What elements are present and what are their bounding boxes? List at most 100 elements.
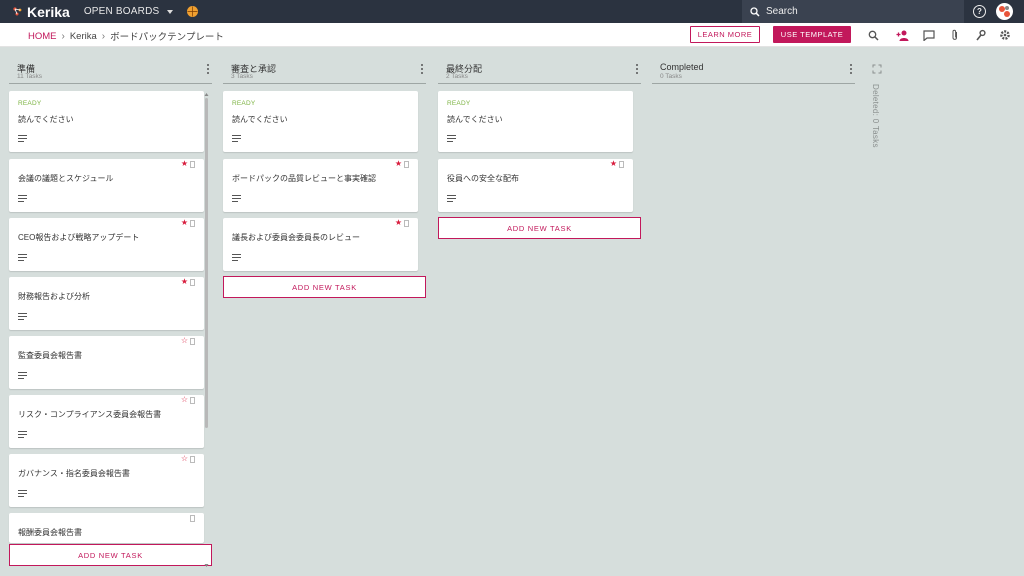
status-badge: READY [447, 100, 471, 107]
bookmark-icon[interactable] [190, 220, 195, 227]
scrollbar-thumb[interactable] [205, 98, 208, 428]
star-filled-icon[interactable]: ★ [610, 160, 617, 168]
help-icon[interactable]: ? [973, 5, 986, 18]
bookmark-icon[interactable] [190, 397, 195, 404]
column-header: 準備 11 Tasks [9, 60, 212, 84]
top-navbar: Kerika OPEN BOARDS Search ? [0, 0, 1024, 23]
learn-more-button[interactable]: LEARN MORE [690, 26, 760, 43]
bookmark-icon[interactable] [619, 161, 624, 168]
expand-icon[interactable] [872, 64, 882, 74]
description-icon [18, 372, 27, 379]
star-filled-icon[interactable]: ★ [181, 219, 188, 227]
description-icon [18, 313, 27, 320]
breadcrumb-board: ボードパックテンプレート [110, 32, 224, 43]
column-menu-icon[interactable] [418, 63, 426, 75]
bookmark-icon[interactable] [190, 279, 195, 286]
task-title: ボードパックの品質レビューと事実確認 [232, 174, 376, 183]
star-outline-icon[interactable]: ☆ [181, 396, 188, 404]
star-filled-icon[interactable]: ★ [395, 160, 402, 168]
kerika-logo-icon [13, 7, 22, 16]
bookmark-icon[interactable] [190, 338, 195, 345]
task-card[interactable]: ★ 会議の議題とスケジュール [9, 159, 204, 212]
task-card[interactable]: ☆ リスク・コンプライアンス委員会報告書 [9, 395, 204, 448]
description-icon [447, 135, 456, 142]
search-icon[interactable] [866, 28, 880, 42]
attachment-icon[interactable] [948, 28, 962, 42]
task-title: 読んでください [232, 115, 288, 124]
column-scrollbar[interactable] [204, 92, 209, 568]
star-filled-icon[interactable]: ★ [181, 278, 188, 286]
add-new-task-button[interactable]: ADD NEW TASK [438, 217, 641, 239]
breadcrumb: HOME › Kerika › ボードパックテンプレート [28, 29, 224, 44]
description-icon [447, 195, 456, 202]
task-title: ガバナンス・指名委員会報告書 [18, 469, 130, 478]
task-title: CEO報告および戦略アップデート [18, 233, 140, 242]
use-template-button[interactable]: USE TEMPLATE [773, 26, 851, 43]
column-header: 最終分配 2 Tasks [438, 60, 641, 84]
task-title: 監査委員会報告書 [18, 351, 82, 360]
column-prepare: 準備 11 Tasks READY 読んでください ★ 会議の議題とスケジュール… [9, 60, 212, 566]
description-icon [18, 135, 27, 142]
column-title[interactable]: Completed [660, 62, 704, 72]
description-icon [232, 195, 241, 202]
task-title: 読んでください [447, 115, 503, 124]
task-card[interactable]: ★ 役員への安全な配布 [438, 159, 633, 212]
breadcrumb-home[interactable]: HOME [28, 31, 57, 42]
column-review: 審査と承認 3 Tasks READY 読んでください ★ ボードパックの品質レ… [223, 60, 426, 298]
description-icon [18, 195, 27, 202]
deleted-label: Deleted: 0 Tasks [871, 84, 880, 148]
avatar[interactable] [996, 3, 1013, 20]
add-new-task-button[interactable]: ADD NEW TASK [9, 544, 212, 566]
basketball-icon[interactable] [187, 6, 199, 17]
task-card[interactable]: ★ 議長および委員会委員長のレビュー [223, 218, 418, 271]
status-badge: READY [18, 100, 42, 107]
task-card[interactable]: ★ ボードパックの品質レビューと事実確認 [223, 159, 418, 212]
add-new-task-button[interactable]: ADD NEW TASK [223, 276, 426, 298]
task-card[interactable]: ★ 財務報告および分析 [9, 277, 204, 330]
chevron-down-icon [167, 9, 174, 14]
task-card[interactable]: READY 読んでください [223, 91, 418, 152]
logo-text: Kerika [27, 3, 70, 20]
task-title: リスク・コンプライアンス委員会報告書 [18, 410, 162, 419]
task-card[interactable]: 報酬委員会報告書 [9, 513, 204, 543]
task-card[interactable]: READY 読んでください [438, 91, 633, 152]
column-menu-icon[interactable] [847, 63, 855, 75]
chat-icon[interactable] [922, 28, 936, 42]
task-card[interactable]: ★ CEO報告および戦略アップデート [9, 218, 204, 271]
task-title: 役員への安全な配布 [447, 174, 519, 183]
deleted-column[interactable]: Deleted: 0 Tasks [870, 62, 884, 162]
description-icon [18, 254, 27, 261]
column-menu-icon[interactable] [204, 63, 212, 75]
column-task-count: 0 Tasks [660, 73, 682, 80]
task-title: 議長および委員会委員長のレビュー [232, 233, 360, 242]
column-task-count: 3 Tasks [231, 73, 253, 80]
star-filled-icon[interactable]: ★ [395, 219, 402, 227]
task-title: 報酬委員会報告書 [18, 528, 82, 537]
tools-icon[interactable] [973, 28, 987, 42]
column-menu-icon[interactable] [633, 63, 641, 75]
column-header: Completed 0 Tasks [652, 60, 855, 84]
bookmark-icon[interactable] [404, 220, 409, 227]
description-icon [18, 490, 27, 497]
task-title: 読んでください [18, 115, 74, 124]
star-filled-icon[interactable]: ★ [181, 160, 188, 168]
star-outline-icon[interactable]: ☆ [181, 455, 188, 463]
gear-icon[interactable] [998, 28, 1012, 42]
task-card[interactable]: ☆ 監査委員会報告書 [9, 336, 204, 389]
kerika-logo[interactable]: Kerika [12, 4, 70, 20]
open-boards-menu[interactable]: OPEN BOARDS [84, 6, 174, 17]
open-boards-label: OPEN BOARDS [83, 6, 160, 17]
bookmark-icon[interactable] [190, 515, 195, 522]
bookmark-icon[interactable] [404, 161, 409, 168]
bookmark-icon[interactable] [190, 456, 195, 463]
add-person-icon[interactable] [896, 28, 910, 42]
status-badge: READY [232, 100, 256, 107]
search-icon [750, 6, 760, 17]
task-title: 財務報告および分析 [18, 292, 90, 301]
star-outline-icon[interactable]: ☆ [181, 337, 188, 345]
task-card[interactable]: READY 読んでください [9, 91, 204, 152]
bookmark-icon[interactable] [190, 161, 195, 168]
breadcrumb-account[interactable]: Kerika [70, 31, 97, 42]
task-card[interactable]: ☆ ガバナンス・指名委員会報告書 [9, 454, 204, 507]
search-input[interactable]: Search [742, 0, 964, 23]
